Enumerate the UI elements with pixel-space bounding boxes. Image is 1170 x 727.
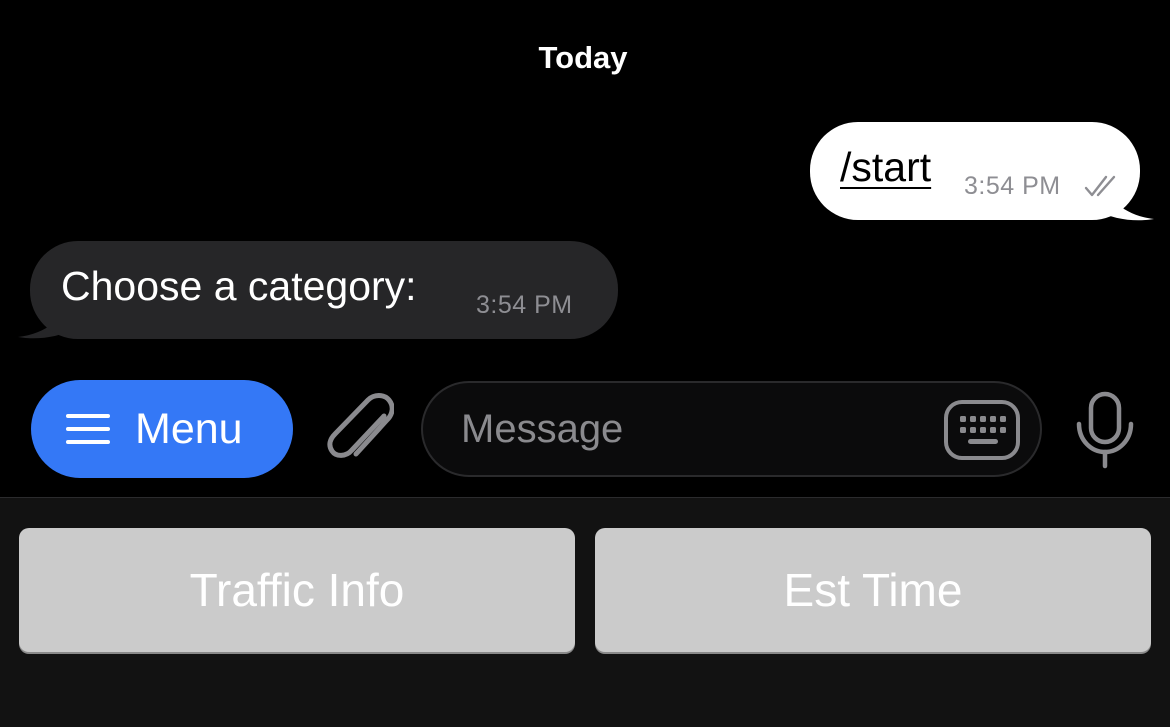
menu-label: Menu xyxy=(135,405,243,453)
message-text-choose-category: Choose a category: xyxy=(61,263,417,309)
keyboard-icon[interactable] xyxy=(943,399,1021,461)
paperclip-icon[interactable] xyxy=(322,388,394,468)
double-check-icon xyxy=(1084,175,1116,197)
message-input-container xyxy=(421,381,1042,477)
hamburger-icon xyxy=(66,414,110,444)
message-input[interactable] xyxy=(461,403,921,455)
est-time-button[interactable]: Est Time xyxy=(595,528,1151,652)
message-timestamp: 3:54 PM xyxy=(476,291,573,319)
chat-screen: Today /start 3:54 PM Choose a category: … xyxy=(0,0,1170,727)
microphone-icon[interactable] xyxy=(1074,390,1136,470)
reply-keyboard: Traffic Info Est Time xyxy=(0,497,1170,727)
message-text-start-command[interactable]: /start xyxy=(840,144,931,191)
date-header: Today xyxy=(538,40,628,75)
traffic-info-button[interactable]: Traffic Info xyxy=(19,528,575,652)
menu-button[interactable]: Menu xyxy=(31,380,293,478)
message-timestamp: 3:54 PM xyxy=(964,172,1061,200)
